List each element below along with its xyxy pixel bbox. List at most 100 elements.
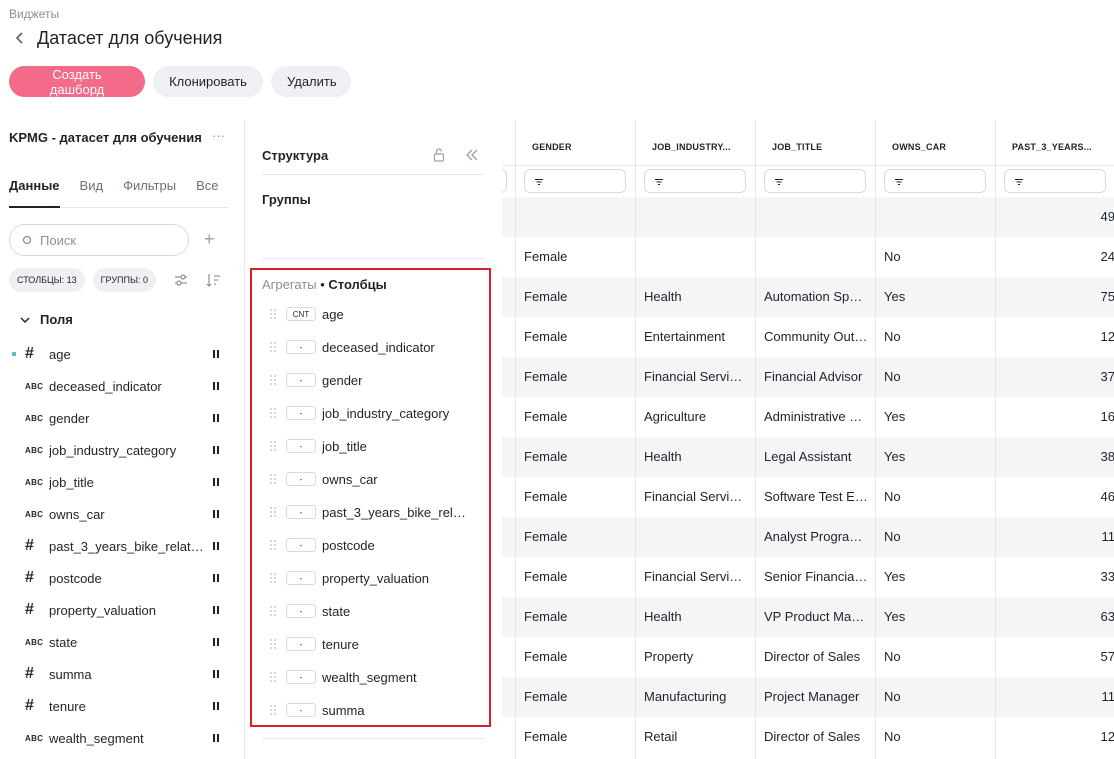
grip-icon[interactable] (270, 507, 276, 517)
field-item[interactable]: ABC owns_car (0, 498, 245, 530)
column-filter[interactable] (764, 169, 866, 193)
fields-section-toggle[interactable]: Поля (20, 312, 73, 327)
grip-icon[interactable] (270, 672, 276, 682)
aggregate-function-badge[interactable]: - (286, 670, 316, 684)
delete-button[interactable]: Удалить (271, 66, 351, 97)
aggregate-item[interactable]: - gender (252, 364, 489, 397)
aggregate-item[interactable]: - job_industry_category (252, 397, 489, 430)
grip-icon[interactable] (270, 474, 276, 484)
aggregate-function-badge[interactable]: - (286, 637, 316, 651)
drag-handle-icon[interactable] (213, 734, 221, 742)
table-row[interactable]: Female Property Director of Sales No 57 (502, 637, 1114, 677)
tab-data[interactable]: Данные (9, 178, 60, 208)
aggregate-item[interactable]: - property_valuation (252, 562, 489, 595)
table-row[interactable]: Female Health Automation Specialist Yes 75 (502, 277, 1114, 317)
add-icon[interactable]: + (204, 230, 215, 248)
field-item[interactable]: ABC wealth_segment (0, 722, 245, 754)
aggregate-function-badge[interactable]: CNT (286, 307, 316, 321)
field-item[interactable]: # property_valuation (0, 594, 245, 626)
drag-handle-icon[interactable] (213, 414, 221, 422)
table-row[interactable]: 49 (502, 197, 1114, 237)
grip-icon[interactable] (270, 342, 276, 352)
aggregate-function-badge[interactable]: - (286, 571, 316, 585)
drag-handle-icon[interactable] (213, 670, 221, 678)
aggregate-item[interactable]: - tenure (252, 628, 489, 661)
column-header[interactable]: PAST_3_YEARS... (1012, 142, 1092, 152)
drag-handle-icon[interactable] (213, 574, 221, 582)
aggregate-item[interactable]: - state (252, 595, 489, 628)
aggregates-label[interactable]: Агрегаты (262, 277, 317, 292)
tab-view[interactable]: Вид (80, 178, 124, 208)
aggregate-function-badge[interactable]: - (286, 472, 316, 486)
columns-chip[interactable]: СТОЛБЦЫ: 13 (9, 268, 85, 292)
drag-handle-icon[interactable] (213, 350, 221, 358)
column-filter[interactable] (502, 169, 507, 193)
grip-icon[interactable] (270, 573, 276, 583)
column-header[interactable]: OWNS_CAR (892, 142, 946, 152)
tab-all[interactable]: Все (196, 178, 238, 208)
drag-handle-icon[interactable] (213, 542, 221, 550)
aggregate-item[interactable]: - deceased_indicator (252, 331, 489, 364)
field-item[interactable]: ABC state (0, 626, 245, 658)
table-row[interactable]: Female Retail Director of Sales No 12 (502, 717, 1114, 757)
drag-handle-icon[interactable] (213, 606, 221, 614)
drag-handle-icon[interactable] (213, 638, 221, 646)
table-row[interactable]: Female Agriculture Administrative Officer Y… (502, 397, 1114, 437)
collapse-icon[interactable] (464, 147, 480, 163)
aggregate-item[interactable]: - summa (252, 694, 489, 727)
field-item[interactable]: ABC job_title (0, 466, 245, 498)
field-item[interactable]: # tenure (0, 690, 245, 722)
column-header[interactable]: GENDER (532, 142, 572, 152)
columns-label[interactable]: Столбцы (328, 277, 386, 292)
aggregate-function-badge[interactable]: - (286, 406, 316, 420)
field-item[interactable]: # age (0, 338, 245, 370)
grip-icon[interactable] (270, 705, 276, 715)
column-filter[interactable] (884, 169, 986, 193)
sort-icon[interactable] (205, 272, 221, 288)
drag-handle-icon[interactable] (213, 478, 221, 486)
field-item[interactable]: ABC deceased_indicator (0, 370, 245, 402)
table-row[interactable]: Female Financial Services Senior Financial… (502, 557, 1114, 597)
field-item[interactable]: ABC job_industry_category (0, 434, 245, 466)
aggregate-item[interactable]: - wealth_segment (252, 661, 489, 694)
drag-handle-icon[interactable] (213, 446, 221, 454)
aggregate-item[interactable]: -past_3_years_bike_related_purchases (252, 496, 489, 529)
grip-icon[interactable] (270, 375, 276, 385)
aggregate-item[interactable]: - postcode (252, 529, 489, 562)
search-input[interactable] (40, 232, 170, 248)
column-filter[interactable] (1004, 169, 1106, 193)
aggregate-function-badge[interactable]: - (286, 340, 316, 354)
clone-button[interactable]: Клонировать (153, 66, 263, 97)
drag-handle-icon[interactable] (213, 382, 221, 390)
table-row[interactable]: Female Health VP Product Management Yes 63 (502, 597, 1114, 637)
drag-handle-icon[interactable] (213, 510, 221, 518)
back-button[interactable] (9, 27, 31, 49)
table-row[interactable]: Female No 24 (502, 237, 1114, 277)
table-row[interactable]: Female Analyst Programmer No 11 (502, 517, 1114, 557)
column-header[interactable]: JOB_INDUSTRY... (652, 142, 731, 152)
groups-chip[interactable]: ГРУППЫ: 0 (92, 268, 156, 292)
create-dashboard-button[interactable]: Создать дашборд (9, 66, 145, 97)
drag-handle-icon[interactable] (213, 702, 221, 710)
field-item[interactable]: # past_3_years_bike_related_purchases (0, 530, 245, 562)
aggregate-function-badge[interactable]: - (286, 604, 316, 618)
aggregate-function-badge[interactable]: - (286, 439, 316, 453)
aggregate-function-badge[interactable]: - (286, 538, 316, 552)
table-row[interactable]: Female Financial Services Financial Adviso… (502, 357, 1114, 397)
table-row[interactable]: Female Manufacturing Project Manager No 11 (502, 677, 1114, 717)
aggregate-item[interactable]: - owns_car (252, 463, 489, 496)
grip-icon[interactable] (270, 309, 276, 319)
aggregate-function-badge[interactable]: - (286, 505, 316, 519)
table-row[interactable]: Female Entertainment Community Outreach No 1… (502, 317, 1114, 357)
grip-icon[interactable] (270, 540, 276, 550)
lock-icon[interactable] (432, 147, 446, 163)
column-header[interactable]: JOB_TITLE (772, 142, 822, 152)
aggregate-function-badge[interactable]: - (286, 703, 316, 717)
grip-icon[interactable] (270, 606, 276, 616)
grip-icon[interactable] (270, 441, 276, 451)
tab-filters[interactable]: Фильтры (123, 178, 196, 208)
column-filter[interactable] (524, 169, 626, 193)
more-icon[interactable]: ··· (212, 128, 225, 143)
aggregate-item[interactable]: CNT age (252, 298, 489, 331)
settings-sliders-icon[interactable] (173, 272, 189, 288)
